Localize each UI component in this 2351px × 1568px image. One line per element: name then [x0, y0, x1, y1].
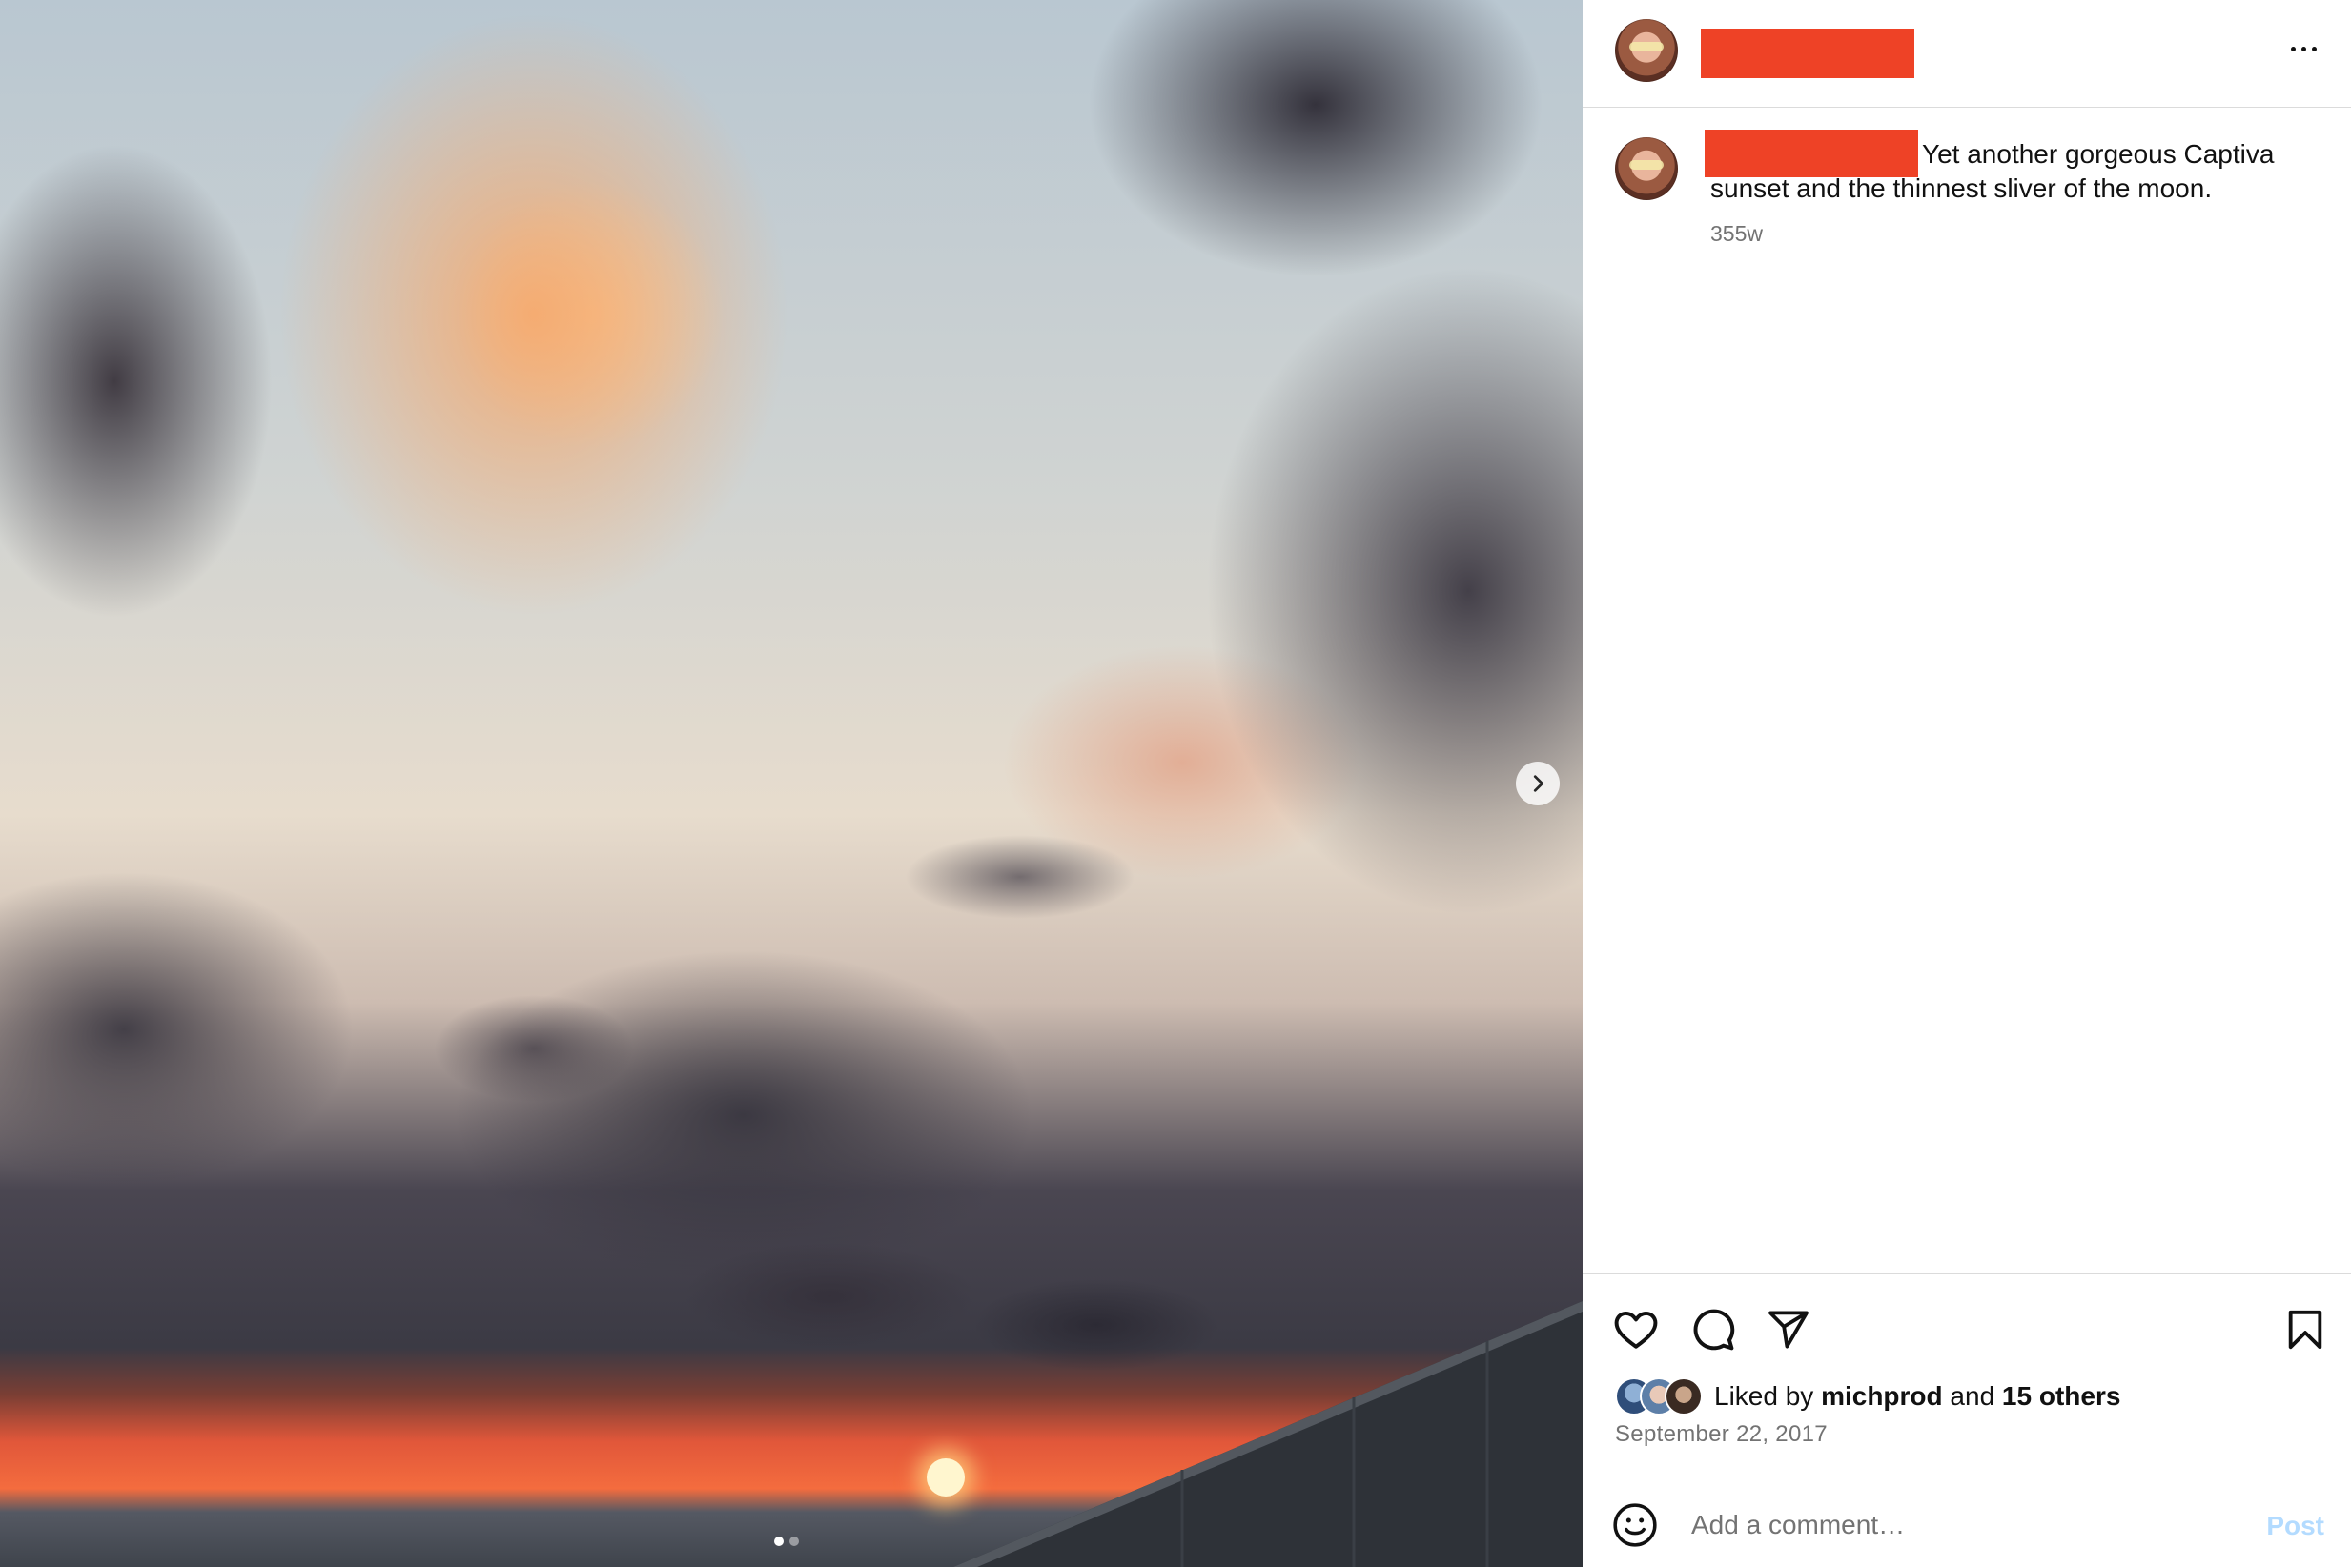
author-avatar[interactable]: [1615, 19, 1678, 82]
post-date[interactable]: September 22, 2017: [1615, 1421, 1828, 1448]
more-dot: [2311, 46, 2317, 51]
more-dot: [2300, 46, 2306, 51]
post-image: [0, 0, 1583, 1567]
emoji-icon: [1613, 1503, 1657, 1547]
likes-joiner: and: [1950, 1381, 1995, 1411]
carousel-next-button[interactable]: [1516, 762, 1560, 805]
liked-by-others-link[interactable]: 15 others: [2002, 1381, 2121, 1411]
caption-text: Yet another gorgeous Captiva sunset and …: [1710, 139, 2275, 203]
emoji-button[interactable]: [1611, 1501, 1659, 1549]
send-icon: [1768, 1311, 1809, 1349]
comment-icon: [1693, 1309, 1735, 1351]
carousel-dot-active: [774, 1537, 784, 1546]
comment-bar: Post: [1583, 1476, 2351, 1568]
carousel-indicator: [774, 1537, 799, 1546]
comment-input[interactable]: [1689, 1499, 2227, 1551]
carousel-dot: [789, 1537, 799, 1546]
comment-button[interactable]: [1686, 1303, 1739, 1356]
post-header: [1583, 0, 2351, 108]
liker-avatar[interactable]: [1665, 1377, 1703, 1415]
roof-silhouette: [953, 1301, 1583, 1567]
liked-by-user-link[interactable]: michprod: [1821, 1381, 1943, 1411]
post-details-panel: Yet another gorgeous Captiva sunset and …: [1583, 0, 2351, 1567]
caption-timestamp[interactable]: 355w: [1710, 221, 1763, 247]
author-username-redacted[interactable]: [1701, 29, 1914, 78]
like-button[interactable]: [1609, 1303, 1663, 1356]
likes-text: Liked by michprod and 15 others: [1714, 1381, 2120, 1412]
likes-summary: Liked by michprod and 15 others: [1615, 1377, 2120, 1415]
share-button[interactable]: [1762, 1303, 1815, 1356]
more-options-button[interactable]: [2284, 34, 2322, 63]
post-comment-button[interactable]: Post: [2266, 1511, 2324, 1541]
caption-avatar[interactable]: [1615, 137, 1678, 200]
heart-icon: [1614, 1311, 1658, 1349]
caption-username-space: [1710, 162, 1922, 163]
save-button[interactable]: [2279, 1303, 2332, 1356]
likes-prefix: Liked by: [1714, 1381, 1814, 1411]
caption: Yet another gorgeous Captiva sunset and …: [1710, 137, 2320, 206]
more-horizontal-icon: [2290, 46, 2296, 51]
bookmark-icon: [2288, 1310, 2322, 1350]
chevron-right-icon: [1533, 775, 1543, 792]
